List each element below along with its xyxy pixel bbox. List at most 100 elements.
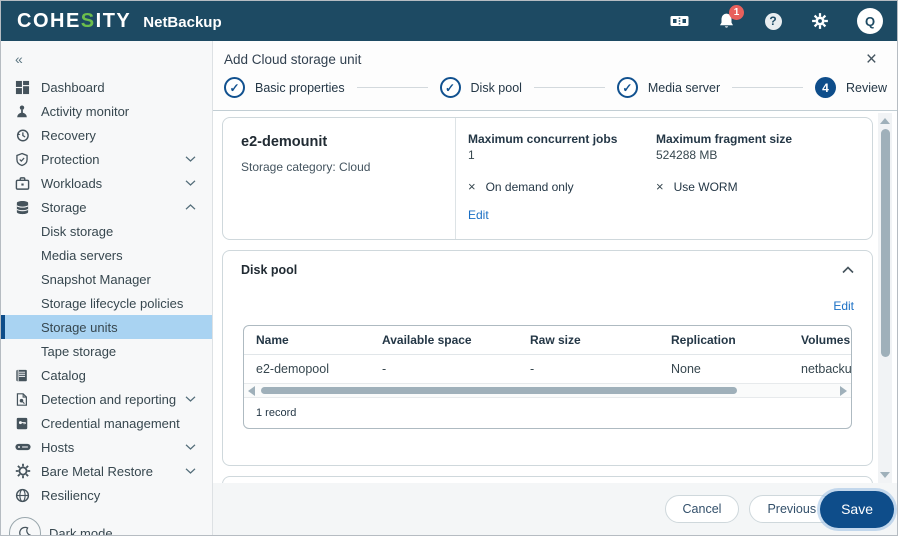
unit-edit-link[interactable]: Edit	[468, 208, 489, 222]
sidebar: « Dashboard Activity monitor Recovery Prote…	[1, 41, 213, 535]
app-window: COHESITY NetBackup 1 ? Q « DashboardActi…	[0, 0, 898, 536]
sidebar-item-label: Workloads	[41, 176, 102, 191]
sidebar-item-protection[interactable]: Protection	[1, 147, 212, 171]
vertical-scrollbar[interactable]	[878, 113, 892, 483]
step-check-icon: ✓	[224, 77, 245, 98]
chevron-down-icon	[185, 180, 196, 187]
help-icon[interactable]: ?	[763, 11, 783, 31]
chevron-down-icon	[185, 444, 196, 451]
sidebar-item-media-servers[interactable]: Media servers	[1, 243, 212, 267]
sidebar-item-detection-and-reporting[interactable]: Detection and reporting	[1, 387, 212, 411]
step-disk-pool[interactable]: ✓Disk pool	[440, 77, 522, 98]
table-cell: -	[370, 362, 518, 376]
protection-icon	[15, 151, 33, 167]
hosts-icon	[15, 439, 33, 455]
table-row[interactable]: e2-demopool--Nonenetbackup	[244, 355, 851, 383]
sidebar-item-label: Dashboard	[41, 80, 105, 95]
dark-mode-label: Dark mode	[49, 526, 113, 536]
sidebar-collapse-button[interactable]: «	[1, 41, 212, 75]
step-review[interactable]: 4 Review	[815, 77, 887, 98]
catalog-icon	[15, 367, 33, 383]
sidebar-item-label: Hosts	[41, 440, 74, 455]
top-actions: 1 ? Q	[669, 8, 883, 34]
table-cell: -	[518, 362, 659, 376]
step-number: 4	[815, 77, 836, 98]
field-value: 524288 MB	[656, 148, 872, 162]
scroll-up-icon[interactable]	[880, 118, 890, 124]
page-title: Add Cloud storage unit	[224, 52, 361, 67]
review-field-column: Maximum concurrent jobs1×On demand onlyE…	[468, 132, 656, 239]
chevron-down-icon	[185, 396, 196, 403]
storage-unit-name: e2-demounit	[241, 134, 455, 150]
sidebar-item-tape-storage[interactable]: Tape storage	[1, 339, 212, 363]
storage-icon	[15, 199, 33, 215]
review-content: e2-demounit Storage category: Cloud Maxi…	[213, 111, 897, 483]
flag-use-worm: ×Use WORM	[656, 179, 872, 194]
step-label: Media server	[648, 81, 720, 95]
cancel-button[interactable]: Cancel	[665, 495, 740, 523]
step-label: Review	[846, 81, 887, 95]
sidebar-item-catalog[interactable]: Catalog	[1, 363, 212, 387]
table-horizontal-scrollbar[interactable]	[244, 383, 851, 398]
wizard-stepper: ✓ Basic properties ✓Disk pool ✓Media server…	[213, 69, 897, 111]
collapse-chevron-icon[interactable]	[842, 266, 854, 274]
wizard-panel: Add Cloud storage unit × ✓ Basic properti…	[213, 41, 897, 535]
step-connector	[534, 87, 605, 88]
column-header-volumes: Volumes	[789, 333, 852, 347]
step-label: Disk pool	[471, 81, 522, 95]
step-label: Basic properties	[255, 81, 345, 95]
record-count: 1 record	[244, 398, 851, 428]
sidebar-item-label: Credential management	[41, 416, 180, 431]
vertical-scroll-thumb[interactable]	[881, 129, 890, 357]
sidebar-item-workloads[interactable]: Workloads	[1, 171, 212, 195]
detection-reporting-icon	[15, 391, 33, 407]
sidebar-item-hosts[interactable]: Hosts	[1, 435, 212, 459]
chevron-down-icon	[185, 468, 196, 475]
license-icon[interactable]	[669, 11, 689, 31]
sidebar-item-label: Protection	[41, 152, 100, 167]
disk-pool-table: NameAvailable spaceRaw sizeReplicationVo…	[243, 325, 852, 429]
step-media-server[interactable]: ✓Media server	[617, 77, 720, 98]
column-header-available-space: Available space	[370, 333, 518, 347]
save-button[interactable]: Save	[820, 491, 894, 528]
table-cell: netbackup	[789, 362, 852, 376]
sidebar-nav: Dashboard Activity monitor Recovery Protect…	[1, 75, 212, 507]
bell-icon[interactable]: 1	[716, 11, 736, 31]
sidebar-item-recovery[interactable]: Recovery	[1, 123, 212, 147]
activity-monitor-icon	[15, 103, 33, 119]
sidebar-item-snapshot-manager[interactable]: Snapshot Manager	[1, 267, 212, 291]
sidebar-item-dashboard[interactable]: Dashboard	[1, 75, 212, 99]
avatar[interactable]: Q	[857, 8, 883, 34]
table-cell: e2-demopool	[244, 362, 370, 376]
sidebar-item-label: Activity monitor	[41, 104, 129, 119]
wizard-footer: Cancel Previous Save	[213, 483, 897, 535]
sidebar-item-label: Recovery	[41, 128, 96, 143]
sidebar-item-storage-lifecycle-policies[interactable]: Storage lifecycle policies	[1, 291, 212, 315]
sidebar-item-bare-metal-restore[interactable]: Bare Metal Restore	[1, 459, 212, 483]
storage-category: Storage category: Cloud	[241, 160, 455, 174]
step-basic-properties[interactable]: ✓ Basic properties	[224, 77, 345, 98]
sidebar-item-storage[interactable]: Storage	[1, 195, 212, 219]
step-connector	[732, 87, 803, 88]
dashboard-icon	[15, 79, 33, 95]
sidebar-item-credential-management[interactable]: Credential management	[1, 411, 212, 435]
sidebar-item-disk-storage[interactable]: Disk storage	[1, 219, 212, 243]
credential-management-icon	[15, 415, 33, 431]
recovery-icon	[15, 127, 33, 143]
scroll-left-icon[interactable]	[248, 386, 255, 396]
sidebar-item-storage-units[interactable]: Storage units	[1, 315, 212, 339]
gear-icon[interactable]	[810, 11, 830, 31]
sidebar-item-resiliency[interactable]: Resiliency	[1, 483, 212, 507]
scroll-down-icon[interactable]	[880, 472, 890, 478]
sidebar-item-label: Storage	[41, 200, 87, 215]
notification-badge: 1	[729, 5, 744, 20]
workloads-icon	[15, 175, 33, 191]
sidebar-item-activity-monitor[interactable]: Activity monitor	[1, 99, 212, 123]
horizontal-scroll-thumb[interactable]	[261, 387, 737, 394]
dark-mode-toggle[interactable]: Dark mode	[1, 515, 212, 535]
field-value: 1	[468, 148, 656, 162]
disk-pool-card: Disk pool Edit NameAvailable spaceRaw si…	[222, 250, 873, 466]
disk-pool-edit-link[interactable]: Edit	[833, 299, 854, 313]
scroll-right-icon[interactable]	[840, 386, 847, 396]
close-icon[interactable]: ×	[866, 53, 877, 67]
